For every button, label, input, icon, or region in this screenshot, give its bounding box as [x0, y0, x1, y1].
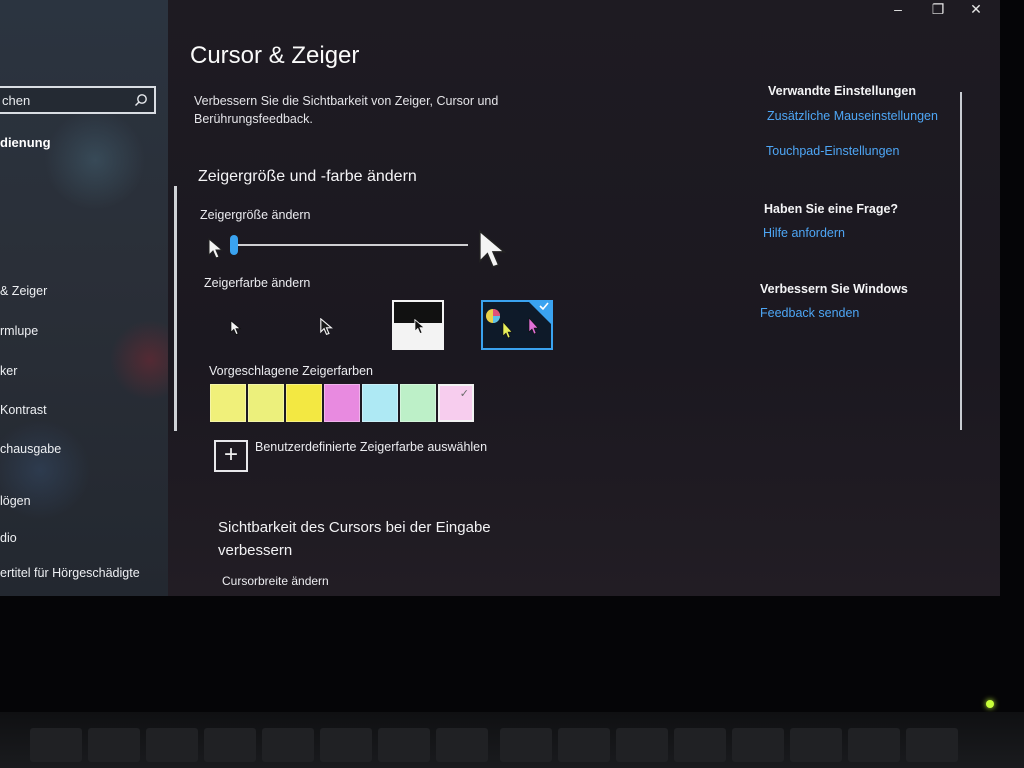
suggested-colors-label: Vorgeschlagene Zeigerfarben [209, 364, 374, 378]
pointer-color-custom-option[interactable] [481, 300, 553, 350]
page-scrollbar[interactable] [960, 92, 962, 430]
keyboard-key [88, 728, 140, 762]
restore-button[interactable]: ❐ [920, 0, 956, 20]
power-led [986, 700, 994, 708]
content-scrollbar[interactable] [174, 186, 177, 431]
touchpad-settings-link[interactable]: Touchpad-Einstellungen [766, 144, 899, 158]
custom-color-label[interactable]: Benutzerdefinierte Zeigerfarbe auswählen [255, 440, 487, 454]
small-pointer-icon [208, 238, 224, 259]
keyboard-key [790, 728, 842, 762]
keyboard-key [732, 728, 784, 762]
question-heading: Haben Sie eine Frage? [764, 202, 899, 216]
settings-main-pane: – ❐ ✕ Cursor & Zeiger Verbessern Sie die… [168, 0, 1000, 596]
inverted-pointer-icon [414, 319, 426, 335]
color-swatch-selected[interactable]: ✓ [438, 384, 474, 422]
keyboard-key [320, 728, 372, 762]
page-description: Verbessern Sie die Sichtbarkeit von Zeig… [194, 94, 499, 126]
improve-windows-heading: Verbessern Sie Windows [760, 282, 908, 296]
color-swatch[interactable] [248, 384, 284, 422]
related-settings-heading: Verwandte Einstellungen [768, 84, 916, 98]
cursor-width-label: Cursorbreite ändern [222, 574, 329, 588]
plus-icon: + [223, 441, 238, 468]
pointer-size-label: Zeigergröße ändern [200, 208, 311, 222]
keyboard-key [436, 728, 488, 762]
feedback-link[interactable]: Feedback senden [760, 306, 859, 320]
section-heading-cursor-visibility: Sichtbarkeit des Cursors bei der Eingabe… [218, 519, 491, 559]
sidebar-item-magnifier[interactable]: rmlupe [0, 324, 38, 338]
keyboard-key [378, 728, 430, 762]
sidebar-item-cursor[interactable]: & Zeiger [0, 284, 47, 298]
settings-sidebar: chen dienung & Zeiger rmlupe ker Kontras… [0, 0, 168, 596]
laptop-screen: chen dienung & Zeiger rmlupe ker Kontras… [0, 0, 1000, 596]
add-custom-color-button[interactable]: + [214, 440, 248, 472]
sidebar-item-hearing-group[interactable]: lögen [0, 494, 31, 508]
search-icon[interactable] [134, 93, 148, 107]
sidebar-item-colorfilter[interactable]: ker [0, 364, 17, 378]
minimize-button[interactable]: – [880, 0, 916, 20]
settings-search-input[interactable]: chen [0, 86, 156, 114]
color-swatch[interactable] [362, 384, 398, 422]
color-swatch[interactable] [210, 384, 246, 422]
sidebar-item-subtitles[interactable]: ertitel für Hörgeschädigte [0, 566, 140, 580]
white-pointer-icon [230, 320, 242, 336]
sidebar-item-narrator[interactable]: chausgabe [0, 442, 61, 456]
color-swatch[interactable] [324, 384, 360, 422]
mouse-settings-link[interactable]: Zusätzliche Mauseinstellungen [767, 109, 938, 123]
keyboard-key [558, 728, 610, 762]
keyboard-key [500, 728, 552, 762]
color-swatch[interactable] [400, 384, 436, 422]
keyboard-key [848, 728, 900, 762]
page-title: Cursor & Zeiger [190, 42, 360, 69]
pointer-size-slider-track[interactable] [234, 244, 468, 246]
section-heading-size-color: Zeigergröße und -farbe ändern [198, 168, 417, 185]
custom-pointer-preview-icon [486, 302, 551, 339]
pointer-color-white-option[interactable] [208, 300, 260, 350]
pointer-color-inverted-option[interactable] [392, 300, 444, 350]
pointer-color-black-option[interactable] [296, 300, 348, 350]
sidebar-item-contrast[interactable]: Kontrast [0, 403, 47, 417]
keyboard-key [30, 728, 82, 762]
black-pointer-icon [320, 318, 333, 336]
keyboard-key [146, 728, 198, 762]
color-swatch[interactable] [286, 384, 322, 422]
keyboard-key [262, 728, 314, 762]
keyboard-key [204, 728, 256, 762]
close-button[interactable]: ✕ [958, 0, 994, 20]
laptop-keyboard [0, 712, 1024, 768]
keyboard-key [906, 728, 958, 762]
pointer-color-label: Zeigerfarbe ändern [204, 276, 311, 290]
large-pointer-icon [479, 229, 507, 268]
sidebar-group-heading: dienung [0, 135, 51, 150]
keyboard-key [674, 728, 726, 762]
checkmark-icon: ✓ [459, 388, 469, 400]
sidebar-item-audio[interactable]: dio [0, 531, 17, 545]
get-help-link[interactable]: Hilfe anfordern [763, 226, 845, 240]
search-input-text[interactable]: chen [2, 93, 30, 108]
pointer-size-slider-thumb[interactable] [230, 235, 238, 255]
keyboard-key [616, 728, 668, 762]
